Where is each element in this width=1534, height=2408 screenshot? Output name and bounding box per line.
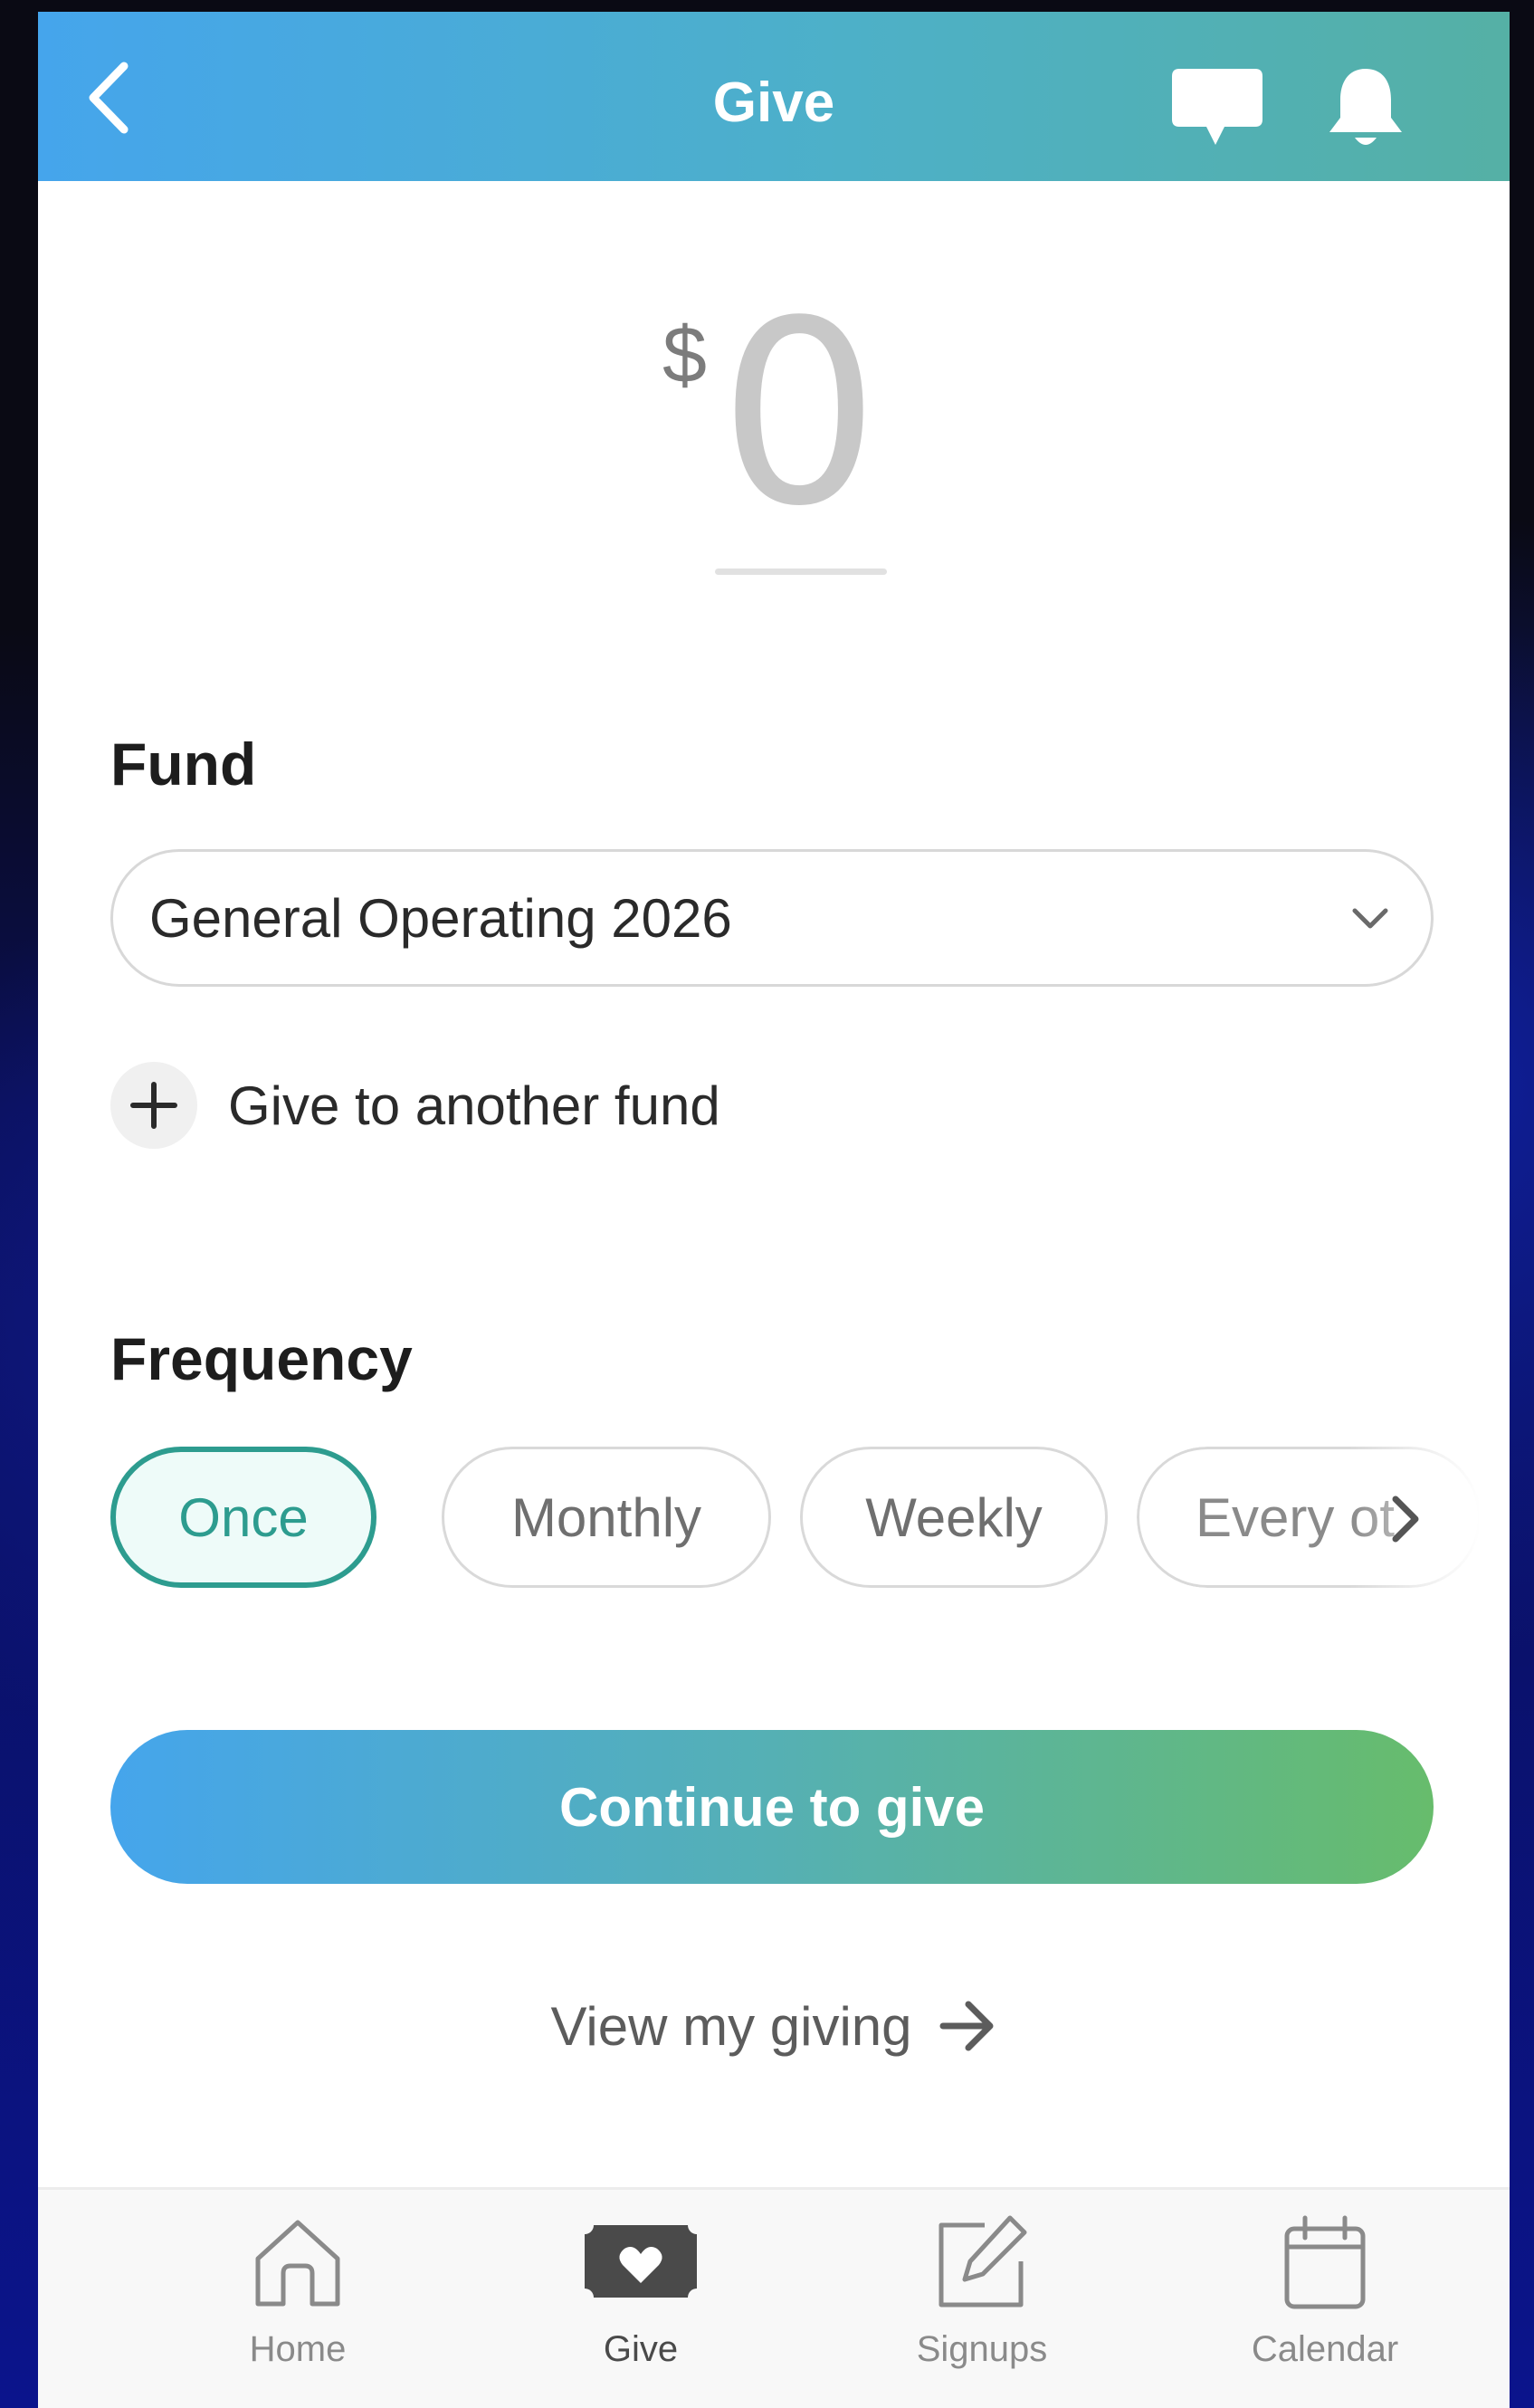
tab-signups[interactable]: Signups [846,2208,1118,2389]
frequency-option-monthly[interactable]: Monthly [442,1447,771,1588]
tab-calendar-label: Calendar [1251,2329,1399,2369]
home-icon [255,2220,340,2307]
page-title: Give [712,72,835,134]
tab-home[interactable]: Home [162,2208,434,2389]
tab-home-label: Home [249,2329,347,2369]
fund-dropdown[interactable]: General Operating 2026 [110,849,1434,987]
tab-give[interactable]: Give [505,2208,777,2389]
frequency-label: Frequency [110,1325,413,1392]
frequency-scroll-button[interactable] [1368,1483,1441,1555]
add-fund-circle [110,1062,197,1149]
header-bar: Give [38,12,1510,181]
continue-to-give-button[interactable]: Continue to give [110,1730,1434,1884]
view-my-giving-label: View my giving [550,1995,912,2057]
calendar-icon [1284,2215,1366,2309]
add-fund-label: Give to another fund [228,1075,720,1136]
tab-give-label: Give [603,2329,679,2369]
amount-underline [715,569,887,575]
frequency-options: Once Monthly Weekly Every ot [110,1447,1481,1591]
view-my-giving-link[interactable]: View my giving [38,1981,1510,2071]
give-screen: Give $ 0 Fund General Operating 2026 Giv… [38,12,1510,2408]
tab-signups-label: Signups [916,2329,1048,2369]
bottom-tab-bar: Home Give Signups Calendar [38,2187,1510,2408]
chevron-down-icon [1352,908,1388,929]
chevron-right-icon [1392,1495,1419,1543]
currency-symbol: $ [662,310,707,399]
plus-icon [130,1082,177,1129]
signups-icon [939,2215,1027,2308]
add-fund-button[interactable]: Give to another fund [110,1062,720,1149]
tab-calendar[interactable]: Calendar [1189,2208,1461,2389]
amount-value: 0 [719,267,881,562]
bell-icon [1329,69,1402,145]
fund-label: Fund [110,731,257,798]
notifications-button[interactable] [1316,59,1415,158]
chat-bubble-icon [1172,69,1262,145]
frequency-option-once[interactable]: Once [110,1447,376,1588]
frequency-option-weekly[interactable]: Weekly [800,1447,1108,1588]
give-icon [583,2222,699,2303]
fund-dropdown-value: General Operating 2026 [149,887,732,949]
arrow-right-icon [938,1999,997,2053]
amount-input[interactable]: $ 0 [38,288,1510,587]
messages-button[interactable] [1167,59,1267,158]
